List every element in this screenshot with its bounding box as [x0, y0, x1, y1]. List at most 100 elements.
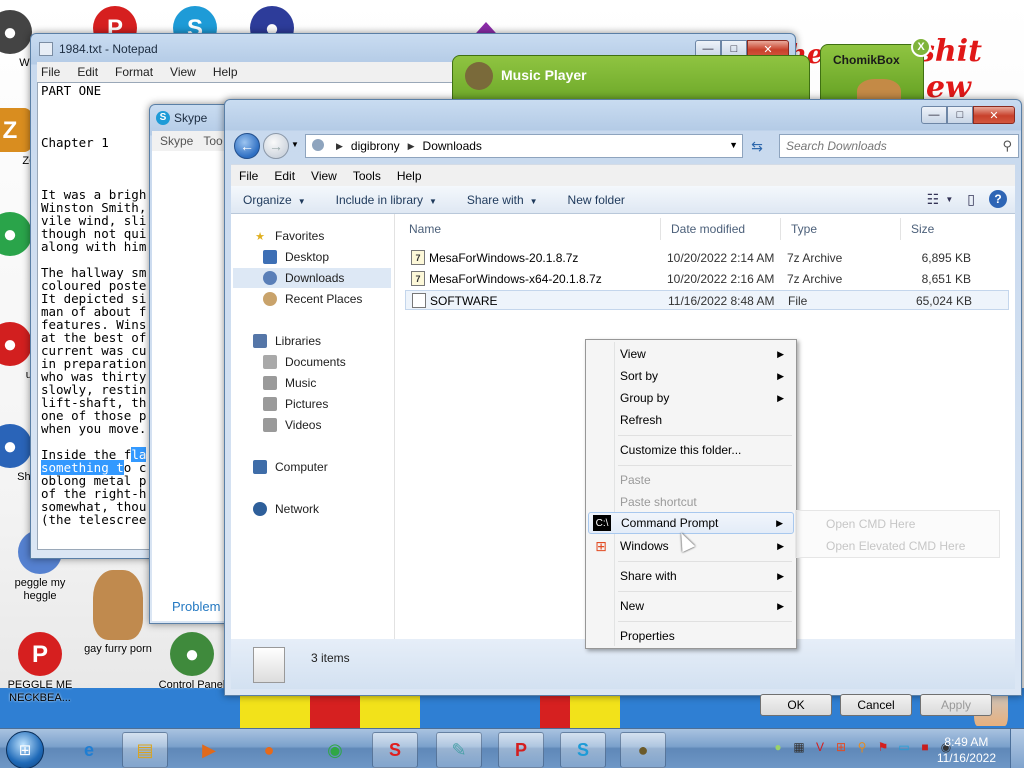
- nav-documents[interactable]: Documents: [263, 352, 346, 372]
- clock-time: 8:49 AM: [944, 735, 989, 749]
- tray-app-icon[interactable]: ●: [770, 739, 786, 755]
- menu-item-sort-by[interactable]: Sort by ▶: [588, 365, 794, 387]
- recent-pages-dropdown-icon[interactable]: ▼: [291, 140, 299, 149]
- menu-item-view[interactable]: View ▶: [588, 343, 794, 365]
- change-view-icon[interactable]: ☷: [927, 191, 940, 208]
- column-header-date[interactable]: Date modified: [663, 218, 781, 240]
- menu-item-paste-shortcut[interactable]: Paste shortcut: [588, 491, 794, 513]
- nav-pictures[interactable]: Pictures: [263, 394, 328, 414]
- nav-favorites[interactable]: ★ Favorites: [253, 226, 324, 246]
- help-icon[interactable]: ?: [989, 190, 1007, 208]
- menu-item-group-by[interactable]: Group by ▶: [588, 387, 794, 409]
- tray-app-icon[interactable]: V: [812, 739, 828, 755]
- menu-tools[interactable]: Tools: [353, 169, 381, 183]
- menu-tools[interactable]: Too: [203, 134, 222, 148]
- share-with-button[interactable]: Share with ▼: [467, 193, 538, 207]
- search-placeholder: Search Downloads: [786, 139, 887, 153]
- tray-app-icon[interactable]: ▦: [791, 739, 807, 755]
- apply-button[interactable]: Apply: [920, 694, 992, 716]
- nav-computer[interactable]: Computer: [253, 457, 328, 477]
- desktop-icon-control-panel[interactable]: ● Control Panel: [152, 632, 232, 692]
- breadcrumb-separator-icon[interactable]: ▶: [408, 141, 415, 152]
- minimize-button[interactable]: —: [921, 106, 947, 124]
- menu-item-label: New: [620, 599, 645, 613]
- cancel-button[interactable]: Cancel: [840, 694, 912, 716]
- breadcrumb-downloads[interactable]: Downloads: [423, 139, 482, 153]
- address-box[interactable]: ▶ digibrony ▶ Downloads ▼: [305, 134, 743, 158]
- notepad-icon[interactable]: ✎: [436, 732, 482, 768]
- menu-item-paste[interactable]: Paste: [588, 469, 794, 491]
- file-row[interactable]: 7 MesaForWindows-20.1.8.7z 10/20/2022 2:…: [405, 248, 1009, 268]
- navigation-pane: ★ Favorites Desktop Downloads Recent Pla…: [231, 214, 395, 639]
- address-dropdown-icon[interactable]: ▼: [729, 140, 738, 150]
- submenu-item-open-elevated-cmd[interactable]: Open Elevated CMD Here: [826, 539, 965, 553]
- app-s-icon[interactable]: S: [372, 732, 418, 768]
- menu-edit[interactable]: Edit: [274, 169, 295, 183]
- column-header-name[interactable]: Name: [401, 218, 661, 240]
- problem-link[interactable]: Problem: [172, 599, 220, 614]
- menu-view[interactable]: View: [170, 65, 196, 79]
- nav-music[interactable]: Music: [263, 373, 316, 393]
- desktop-icon-peggle-me[interactable]: P PEGGLE ME NECKBEA...: [0, 632, 80, 705]
- menu-item-new[interactable]: New ▶: [588, 595, 794, 617]
- forward-button[interactable]: →: [263, 133, 289, 159]
- new-folder-button[interactable]: New folder: [568, 193, 625, 207]
- app-icon[interactable]: ●: [246, 732, 292, 768]
- flag-icon[interactable]: ⚑: [875, 739, 891, 755]
- maximize-button[interactable]: □: [947, 106, 973, 124]
- menu-view[interactable]: View: [311, 169, 337, 183]
- start-button[interactable]: ⊞: [6, 731, 44, 768]
- show-desktop-button[interactable]: [1010, 729, 1024, 768]
- nav-recent-places[interactable]: Recent Places: [263, 289, 362, 309]
- menu-file[interactable]: File: [239, 169, 258, 183]
- menu-help[interactable]: Help: [397, 169, 422, 183]
- breadcrumb-digibrony[interactable]: digibrony: [351, 139, 400, 153]
- ok-button[interactable]: OK: [760, 694, 832, 716]
- menu-file[interactable]: File: [41, 65, 60, 79]
- windows-explorer-icon[interactable]: ▤: [122, 732, 168, 768]
- media-player-icon[interactable]: ▶: [186, 732, 232, 768]
- file-date: 10/20/2022 2:14 AM: [667, 251, 775, 265]
- menu-item-properties[interactable]: Properties: [588, 625, 794, 647]
- close-icon[interactable]: X: [911, 37, 931, 57]
- close-button[interactable]: ✕: [973, 106, 1015, 124]
- desktop-icon-gay-furry[interactable]: gay furry porn: [78, 570, 158, 656]
- menu-item-refresh[interactable]: Refresh: [588, 409, 794, 431]
- back-button[interactable]: ←: [234, 133, 260, 159]
- nav-desktop[interactable]: Desktop: [263, 247, 329, 267]
- menu-item-share-with[interactable]: Share with ▶: [588, 565, 794, 587]
- tray-app-icon[interactable]: ■: [917, 739, 933, 755]
- column-header-size[interactable]: Size: [903, 218, 983, 240]
- skype-icon[interactable]: S: [560, 732, 606, 768]
- nav-libraries[interactable]: Libraries: [253, 331, 321, 351]
- file-row[interactable]: 7 MesaForWindows-x64-20.1.8.7z 10/20/202…: [405, 269, 1009, 289]
- internet-explorer-icon[interactable]: e: [66, 732, 112, 768]
- chevron-down-icon[interactable]: ▼: [945, 195, 953, 204]
- tray-app-icon[interactable]: ⊞: [833, 739, 849, 755]
- column-header-type[interactable]: Type: [783, 218, 901, 240]
- nav-downloads[interactable]: Downloads: [233, 268, 391, 288]
- preview-pane-icon[interactable]: ▯: [967, 191, 975, 208]
- menu-item-command-prompt[interactable]: C:\ Command Prompt ▶: [588, 512, 794, 534]
- breadcrumb-separator-icon[interactable]: ▶: [336, 141, 343, 152]
- nav-network[interactable]: Network: [253, 499, 319, 519]
- network-icon[interactable]: ▭: [896, 739, 912, 755]
- include-in-library-button[interactable]: Include in library ▼: [336, 193, 437, 207]
- clock[interactable]: 8:49 AM 11/16/2022: [937, 734, 996, 766]
- refresh-icon[interactable]: ⇆: [745, 134, 769, 158]
- chrome-icon[interactable]: ◉: [312, 732, 358, 768]
- menu-item-customize[interactable]: Customize this folder...: [588, 439, 794, 461]
- tray-app-icon[interactable]: ⚲: [854, 739, 870, 755]
- menu-edit[interactable]: Edit: [77, 65, 98, 79]
- peggle-icon[interactable]: P: [498, 732, 544, 768]
- search-icon[interactable]: ⚲: [1002, 138, 1012, 154]
- menu-skype[interactable]: Skype: [160, 134, 193, 148]
- menu-help[interactable]: Help: [213, 65, 238, 79]
- music-player-icon[interactable]: ●: [620, 732, 666, 768]
- search-input[interactable]: Search Downloads ⚲: [779, 134, 1019, 158]
- nav-videos[interactable]: Videos: [263, 415, 321, 435]
- organize-button[interactable]: Organize ▼: [243, 193, 306, 207]
- menu-format[interactable]: Format: [115, 65, 153, 79]
- file-row-selected[interactable]: SOFTWARE 11/16/2022 8:48 AM File 65,024 …: [405, 290, 1009, 310]
- submenu-item-open-cmd[interactable]: Open CMD Here: [826, 517, 915, 531]
